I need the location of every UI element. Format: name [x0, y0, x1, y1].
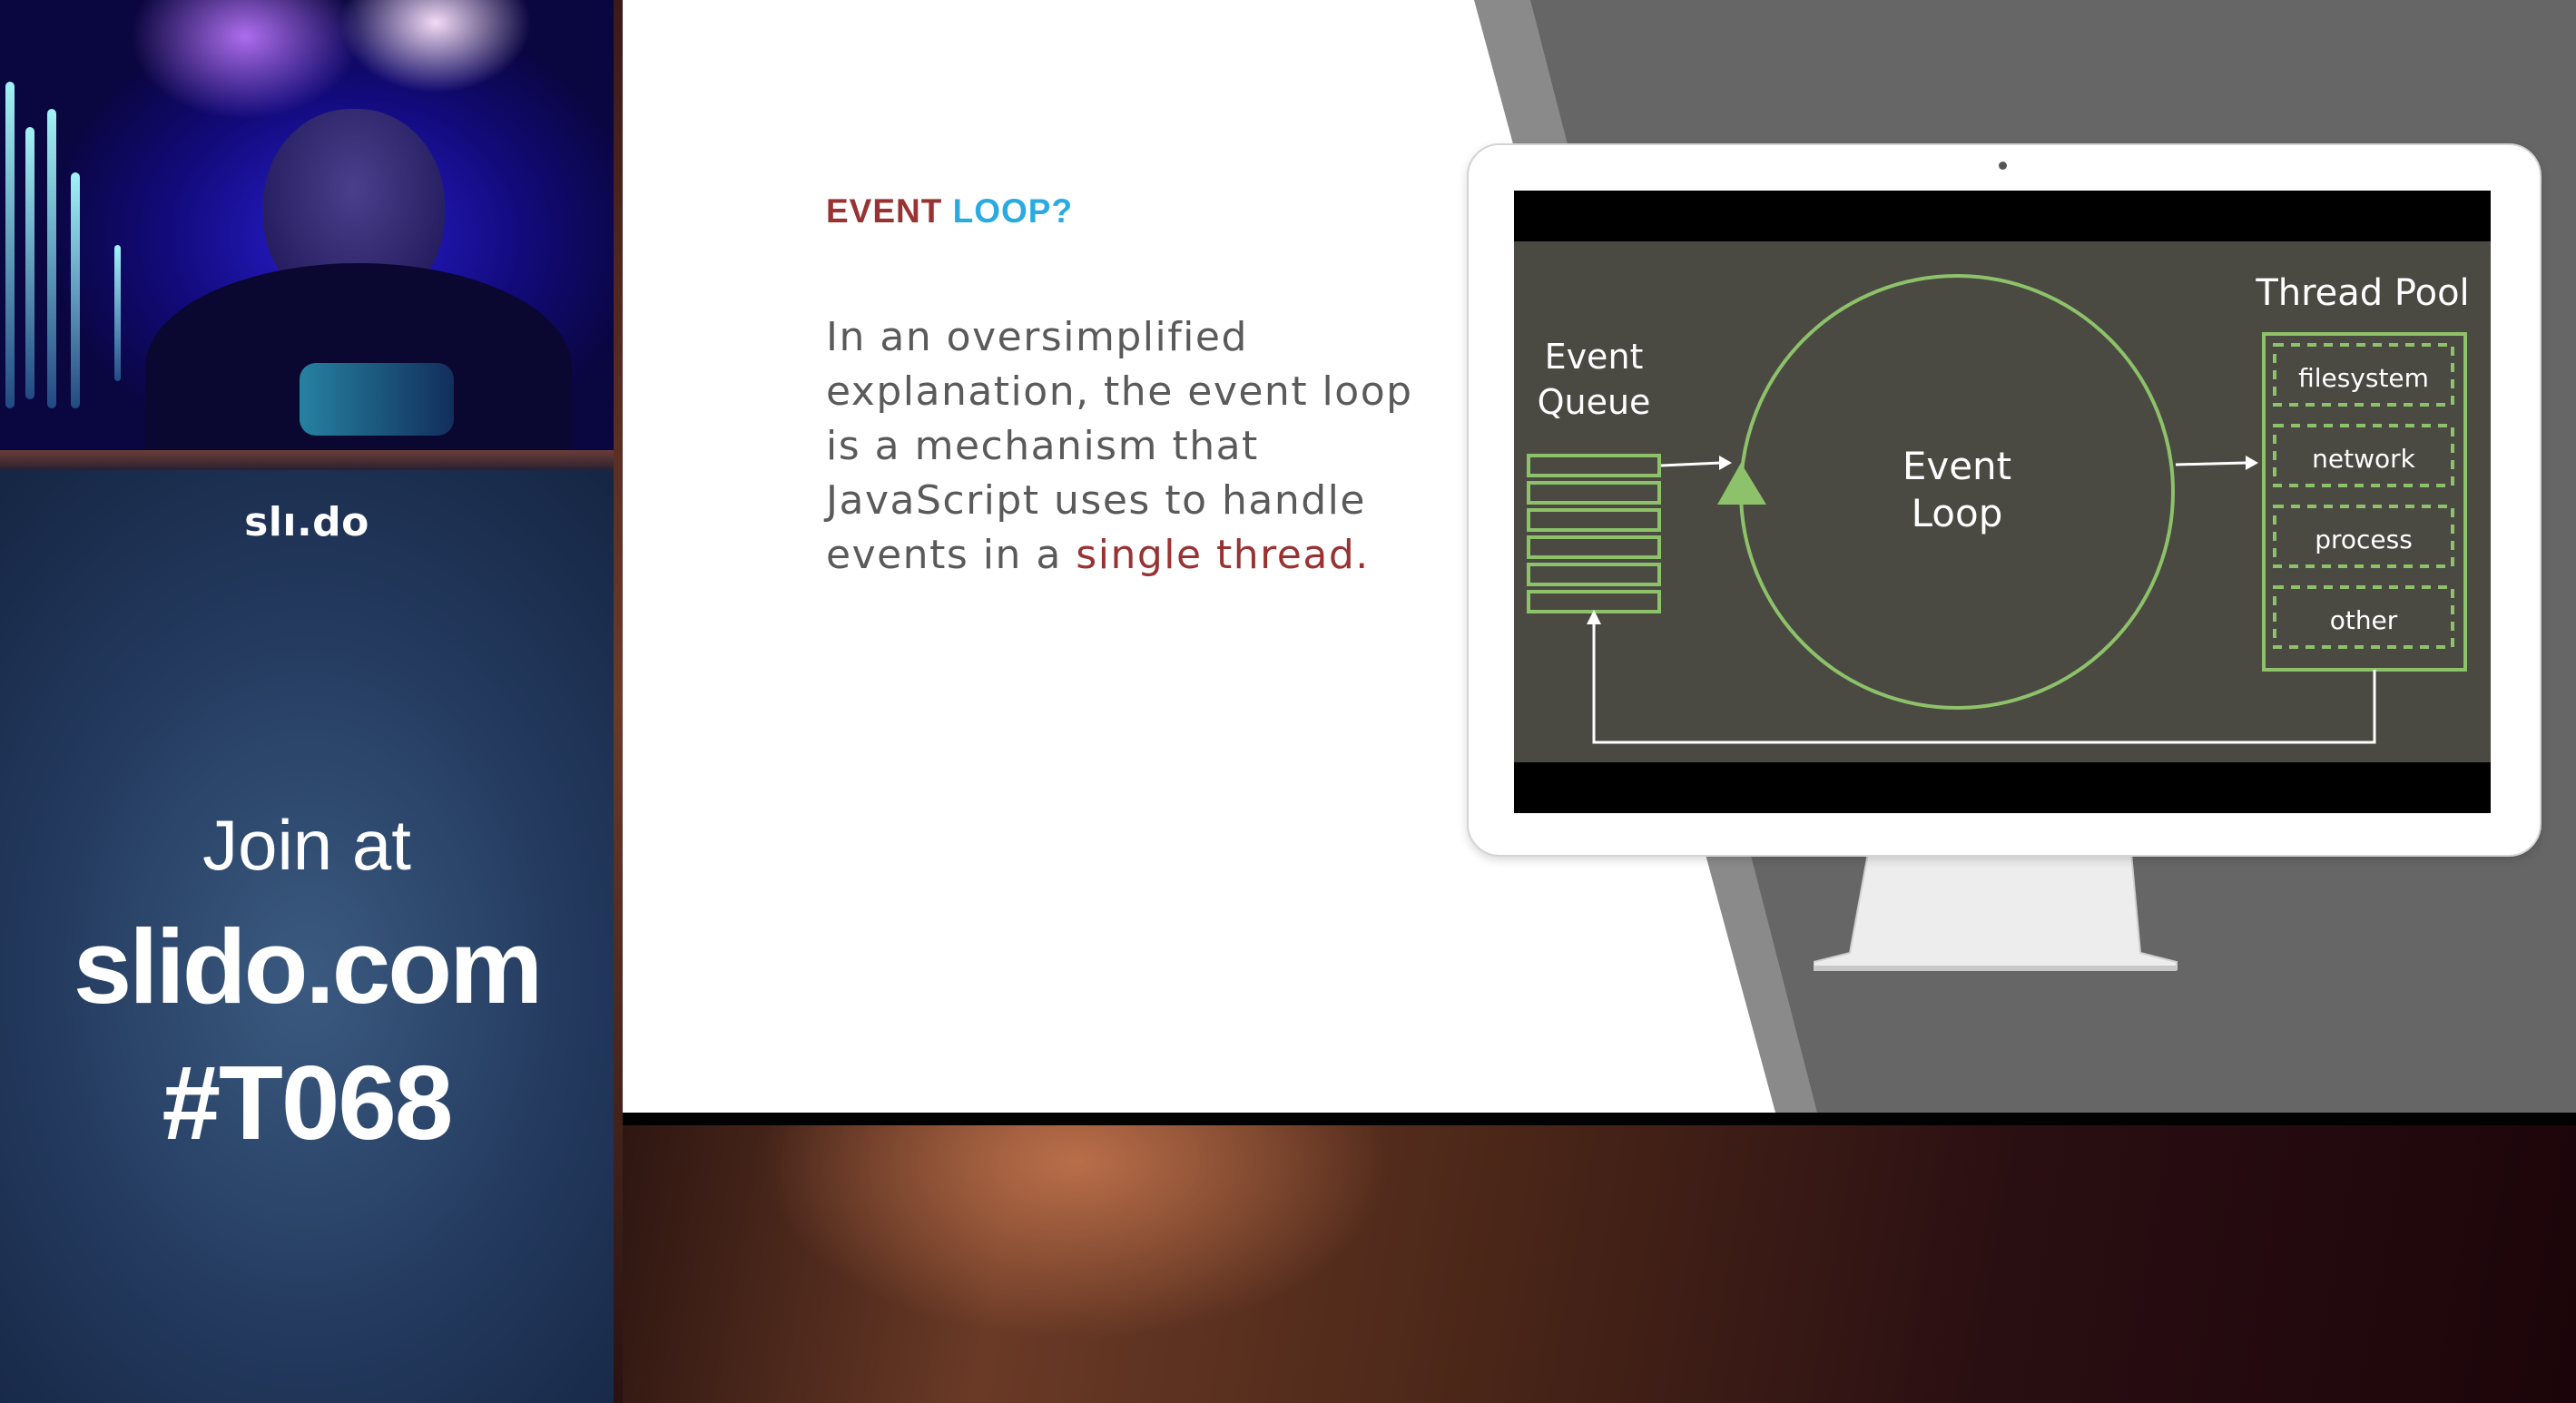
light-beam [25, 127, 34, 399]
stage-backdrop [623, 1125, 2576, 1403]
stage-bar [623, 1113, 2576, 1125]
column-divider [614, 0, 623, 1403]
light-beam [71, 172, 80, 408]
monitor-screen: Event Queue Event Loop Thread Pool files… [1514, 191, 2491, 813]
slido-logo: slı.do [244, 499, 369, 545]
heading-event: EVENT [826, 192, 943, 230]
left-column: slı.do Join at slido.com #T068 [0, 0, 614, 1403]
join-text: Join at [202, 805, 411, 885]
heading-loop: LOOP? [952, 192, 1074, 230]
light-beam [114, 245, 121, 381]
light-beam [47, 109, 56, 408]
queue-label-line1: Event [1545, 337, 1644, 377]
slide-heading: EVENT LOOP? [826, 192, 1073, 231]
slido-sidebar: slı.do Join at slido.com #T068 [0, 470, 614, 1403]
presentation-slide: EVENT LOOP? In an oversimplified explana… [623, 0, 2576, 1113]
monitor-frame: Event Queue Event Loop Thread Pool files… [1467, 143, 2542, 857]
loop-label-line1: Event [1903, 444, 2011, 488]
speaker-video [0, 0, 614, 450]
pool-item-filesystem: filesystem [2298, 363, 2429, 393]
pool-item-process: process [2315, 525, 2413, 554]
slide-body-text: In an oversimplified explanation, the ev… [826, 310, 1461, 583]
event-code: #T068 [162, 1044, 454, 1162]
video-divider [0, 450, 614, 470]
body-highlight: single thread. [1076, 532, 1370, 578]
monitor-stand [1814, 853, 2178, 971]
shirt-print [300, 363, 454, 436]
pool-title: Thread Pool [2255, 272, 2469, 314]
loop-to-pool-arrow [2175, 461, 2247, 466]
loop-label-line2: Loop [1912, 491, 2003, 535]
pool-item-network: network [2312, 444, 2415, 474]
slido-url: slido.com [73, 908, 543, 1025]
pool-item-other: other [2330, 605, 2398, 635]
light-beam [5, 82, 15, 408]
queue-label-line2: Queue [1538, 382, 1651, 422]
camera-dot [1999, 162, 2007, 170]
event-loop-diagram: Event Queue Event Loop Thread Pool files… [1514, 241, 2491, 762]
